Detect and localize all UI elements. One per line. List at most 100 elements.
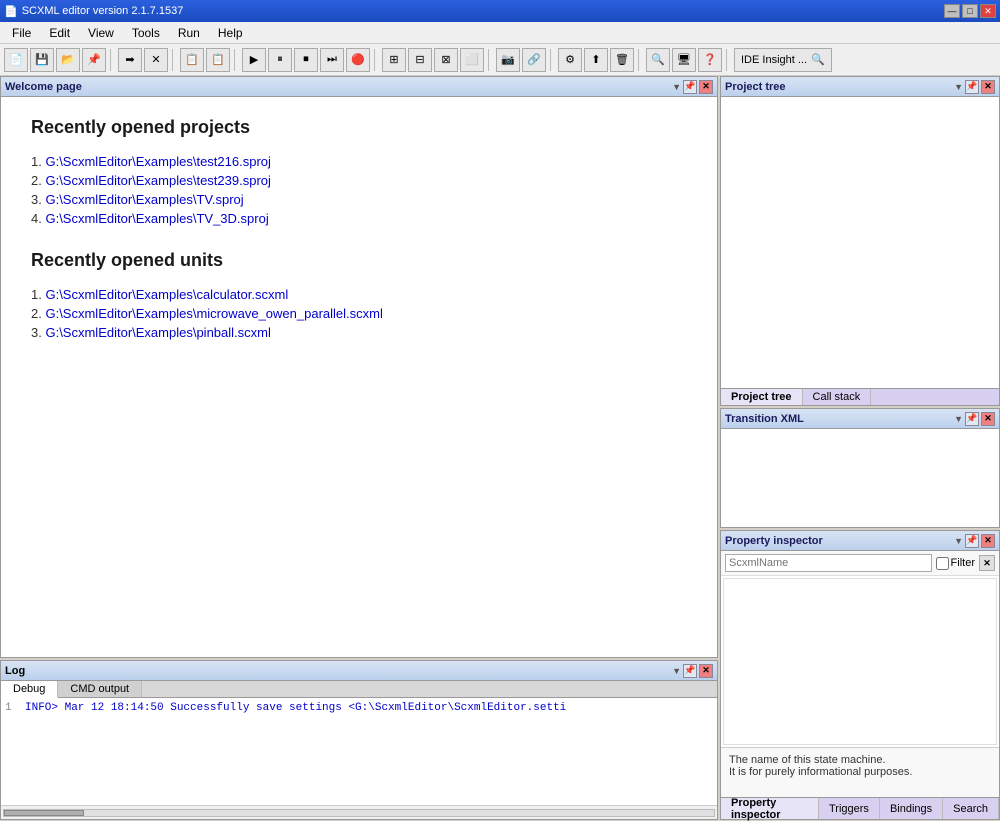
toolbar-up[interactable]: ⬆ — [584, 48, 608, 72]
toolbar-layout1[interactable]: ⊞ — [382, 48, 406, 72]
property-inspector-tab-bar: Property inspector Triggers Bindings Sea… — [721, 797, 999, 819]
property-inspector-pin[interactable]: 📌 — [965, 534, 979, 548]
menu-run[interactable]: Run — [170, 24, 208, 42]
list-item: 1. G:\ScxmlEditor\Examples\calculator.sc… — [31, 287, 687, 302]
property-inspector-controls: ▼ 📌 ✕ — [954, 534, 995, 548]
project-tree-close[interactable]: ✕ — [981, 80, 995, 94]
toolbar-delete[interactable]: ✕ — [144, 48, 168, 72]
minimize-button[interactable]: — — [944, 4, 960, 18]
tab-bindings[interactable]: Bindings — [880, 798, 943, 819]
transition-xml-close[interactable]: ✕ — [981, 412, 995, 426]
toolbar-ide-insight[interactable]: IDE Insight ... 🔍 — [734, 48, 832, 72]
project-tree-dropdown[interactable]: ▼ — [954, 82, 963, 92]
log-panel-pin[interactable]: 📌 — [683, 664, 697, 678]
project-tree-pin[interactable]: 📌 — [965, 80, 979, 94]
maximize-button[interactable]: □ — [962, 4, 978, 18]
toolbar-play[interactable]: ▶ — [242, 48, 266, 72]
toolbar-copy2[interactable]: 📋 — [206, 48, 230, 72]
toolbar-sep-8 — [726, 49, 730, 71]
scrollbar-track[interactable] — [3, 809, 715, 817]
toolbar-camera[interactable]: 📷 — [496, 48, 520, 72]
project-link-1[interactable]: G:\ScxmlEditor\Examples\test216.sproj — [45, 154, 270, 169]
transition-xml-controls: ▼ 📌 ✕ — [954, 412, 995, 426]
list-num: 1. — [31, 287, 45, 302]
toolbar-save[interactable]: 💾 — [30, 48, 54, 72]
tab-call-stack[interactable]: Call stack — [803, 389, 872, 405]
tab-debug[interactable]: Debug — [1, 681, 58, 698]
property-description-line-1: The name of this state machine. — [729, 754, 991, 766]
toolbar-help2[interactable]: ❓ — [698, 48, 722, 72]
property-inspector-close[interactable]: ✕ — [981, 534, 995, 548]
toolbar-layout2[interactable]: ⊟ — [408, 48, 432, 72]
filter-checkbox[interactable] — [936, 557, 949, 570]
property-search-input[interactable] — [725, 554, 932, 572]
project-tree-controls: ▼ 📌 ✕ — [954, 80, 995, 94]
menu-help[interactable]: Help — [210, 24, 251, 42]
transition-xml-pin[interactable]: 📌 — [965, 412, 979, 426]
title-bar-left: 📄 SCXML editor version 2.1.7.1537 — [4, 5, 183, 18]
welcome-panel-close[interactable]: ✕ — [699, 80, 713, 94]
list-num: 1. — [31, 154, 45, 169]
welcome-panel: Welcome page ▼ 📌 ✕ Recently opened proje… — [0, 76, 718, 658]
toolbar-trash[interactable]: 🗑 — [610, 48, 634, 72]
transition-xml-dropdown[interactable]: ▼ — [954, 414, 963, 424]
toolbar-sep-5 — [488, 49, 492, 71]
list-item: 3. G:\ScxmlEditor\Examples\TV.sproj — [31, 192, 687, 207]
project-link-2[interactable]: G:\ScxmlEditor\Examples\test239.sproj — [45, 173, 270, 188]
project-tree-panel: Project tree ▼ 📌 ✕ Project tree Call sta… — [720, 76, 1000, 406]
scrollbar-thumb[interactable] — [4, 810, 84, 816]
toolbar-layout4[interactable]: ⬜ — [460, 48, 484, 72]
log-panel: Log ▼ 📌 ✕ Debug CMD output 1 INFO> Mar 1… — [0, 660, 718, 820]
toolbar-layout3[interactable]: ⊠ — [434, 48, 458, 72]
toolbar-link[interactable]: 🔗 — [522, 48, 546, 72]
toolbar-record[interactable]: 🔴 — [346, 48, 370, 72]
tab-project-tree[interactable]: Project tree — [721, 389, 803, 405]
recent-projects-list: 1. G:\ScxmlEditor\Examples\test216.sproj… — [31, 154, 687, 226]
property-grid — [723, 578, 997, 745]
project-link-4[interactable]: G:\ScxmlEditor\Examples\TV_3D.sproj — [45, 211, 268, 226]
toolbar-open[interactable]: 📂 — [56, 48, 80, 72]
unit-link-2[interactable]: G:\ScxmlEditor\Examples\microwave_owen_p… — [45, 306, 382, 321]
welcome-panel-title: Welcome page — [5, 81, 82, 93]
tab-property-inspector[interactable]: Property inspector — [721, 798, 819, 819]
toolbar-display[interactable]: 🖥 — [672, 48, 696, 72]
transition-xml-header: Transition XML ▼ 📌 ✕ — [721, 409, 999, 429]
log-panel-header: Log ▼ 📌 ✕ — [1, 661, 717, 681]
filter-clear-button[interactable]: ✕ — [979, 555, 995, 571]
tab-triggers[interactable]: Triggers — [819, 798, 880, 819]
welcome-dropdown-arrow[interactable]: ▼ — [672, 82, 681, 92]
property-inspector-dropdown[interactable]: ▼ — [954, 536, 963, 546]
main-layout: Welcome page ▼ 📌 ✕ Recently opened proje… — [0, 76, 1000, 820]
log-line: 1 INFO> Mar 12 18:14:50 Successfully sav… — [5, 702, 713, 714]
toolbar-pin[interactable]: 📌 — [82, 48, 106, 72]
toolbar-pause[interactable]: ⏸ — [268, 48, 292, 72]
tab-cmd-output[interactable]: CMD output — [58, 681, 142, 697]
toolbar-skipend[interactable]: ⏭ — [320, 48, 344, 72]
property-description-line-2: It is for purely informational purposes. — [729, 766, 991, 778]
property-inspector-panel: Property inspector ▼ 📌 ✕ Filter ✕ — [720, 530, 1000, 820]
menu-view[interactable]: View — [80, 24, 122, 42]
unit-link-3[interactable]: G:\ScxmlEditor\Examples\pinball.scxml — [45, 325, 270, 340]
welcome-panel-pin[interactable]: 📌 — [683, 80, 697, 94]
property-inspector-title: Property inspector — [725, 535, 823, 547]
menu-tools[interactable]: Tools — [124, 24, 168, 42]
tab-search[interactable]: Search — [943, 798, 999, 819]
toolbar-sep-3 — [234, 49, 238, 71]
menu-file[interactable]: File — [4, 24, 39, 42]
close-button[interactable]: ✕ — [980, 4, 996, 18]
log-content: 1 INFO> Mar 12 18:14:50 Successfully sav… — [1, 698, 717, 805]
list-item: 1. G:\ScxmlEditor\Examples\test216.sproj — [31, 154, 687, 169]
toolbar-copy1[interactable]: 📋 — [180, 48, 204, 72]
toolbar-stop[interactable]: ⏹ — [294, 48, 318, 72]
project-link-3[interactable]: G:\ScxmlEditor\Examples\TV.sproj — [45, 192, 243, 207]
toolbar-forward[interactable]: ➡ — [118, 48, 142, 72]
log-panel-close[interactable]: ✕ — [699, 664, 713, 678]
log-scrollbar[interactable] — [1, 805, 717, 819]
toolbar-settings[interactable]: ⚙ — [558, 48, 582, 72]
log-dropdown-arrow[interactable]: ▼ — [672, 666, 681, 676]
transition-xml-content — [721, 429, 999, 527]
toolbar-zoom[interactable]: 🔍 — [646, 48, 670, 72]
unit-link-1[interactable]: G:\ScxmlEditor\Examples\calculator.scxml — [45, 287, 288, 302]
menu-edit[interactable]: Edit — [41, 24, 78, 42]
toolbar-new[interactable]: 📄 — [4, 48, 28, 72]
